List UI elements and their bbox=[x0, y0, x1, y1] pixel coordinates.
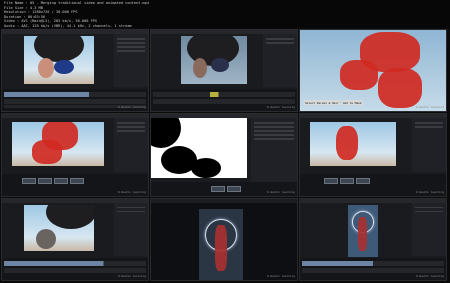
file-size-label: File Size bbox=[4, 5, 24, 10]
audio-label: Audio bbox=[4, 23, 15, 28]
video-viewer[interactable] bbox=[348, 204, 378, 257]
inspector-panel bbox=[251, 118, 297, 182]
frame-7-editor: linkedin learning bbox=[1, 197, 149, 281]
video-viewer[interactable] bbox=[12, 122, 104, 167]
inspector-panel bbox=[263, 34, 297, 88]
frame-8-ring-viewer: linkedin learning bbox=[150, 197, 298, 281]
duration-value: 00:03:56 bbox=[27, 14, 46, 19]
watermark: linkedin learning bbox=[117, 189, 146, 194]
watermark: linkedin learning bbox=[415, 273, 444, 278]
inspector-panel bbox=[412, 118, 446, 172]
select-person-hair-label[interactable]: Select Person & Hair bbox=[304, 100, 340, 106]
video-label: Video bbox=[4, 19, 15, 23]
video-viewer[interactable] bbox=[24, 204, 94, 251]
resolution-label: Resolution bbox=[4, 10, 26, 14]
file-name-value: 05 - Merging traditional video and anima… bbox=[29, 1, 149, 5]
inspector-panel bbox=[114, 202, 148, 256]
watermark: linkedin learning bbox=[266, 189, 295, 194]
watermark: linkedin learning bbox=[117, 273, 146, 278]
duration-label: Duration bbox=[4, 14, 22, 19]
watermark: linkedin learning bbox=[117, 105, 146, 110]
audio-value: AAC, 128 kb/s (VBR), 44.1 kHz, 2 channel… bbox=[21, 23, 132, 28]
inspector-panel bbox=[114, 34, 148, 88]
file-name-label: File Name bbox=[4, 1, 24, 5]
video-viewer[interactable] bbox=[24, 36, 94, 84]
resolution-value: 1280x720 / 30.000 FPS bbox=[32, 10, 78, 14]
watermark: linkedin learning bbox=[415, 105, 444, 110]
frame-3-mask-overlay: Select Person & Hair Add to Mask linkedi… bbox=[299, 29, 447, 113]
watermark: linkedin learning bbox=[266, 105, 295, 110]
watermark: linkedin learning bbox=[266, 273, 295, 278]
video-viewer[interactable] bbox=[199, 208, 243, 280]
frame-6-editor: linkedin learning bbox=[299, 113, 447, 197]
video-viewer[interactable] bbox=[310, 122, 396, 167]
frame-4-editor: linkedin learning bbox=[1, 113, 149, 197]
file-info-header: File Name : 05 - Merging traditional vid… bbox=[0, 0, 450, 28]
frame-5-matte: linkedin learning bbox=[150, 113, 298, 197]
matte-viewer[interactable] bbox=[151, 118, 247, 179]
inspector-panel bbox=[412, 202, 446, 256]
audio-row: Audio : AAC, 128 kb/s (VBR), 44.1 kHz, 2… bbox=[4, 23, 132, 28]
thumbnail-grid: linkedin learning linkedin learning Sele… bbox=[1, 29, 449, 283]
video-viewer[interactable] bbox=[181, 36, 247, 84]
inspector-panel bbox=[114, 118, 148, 172]
video-value: AVC (Main@L3), 283 kb/s, 30.000 FPS bbox=[21, 19, 98, 23]
add-to-mask-label[interactable]: Add to Mask bbox=[342, 100, 363, 106]
frame-2-editor: linkedin learning bbox=[150, 29, 298, 113]
app-menubar bbox=[151, 198, 297, 203]
frame-1-editor: linkedin learning bbox=[1, 29, 149, 113]
watermark: linkedin learning bbox=[415, 189, 444, 194]
file-size-value: 4.3 MB bbox=[29, 5, 43, 10]
frame-9-editor: linkedin learning bbox=[299, 197, 447, 281]
